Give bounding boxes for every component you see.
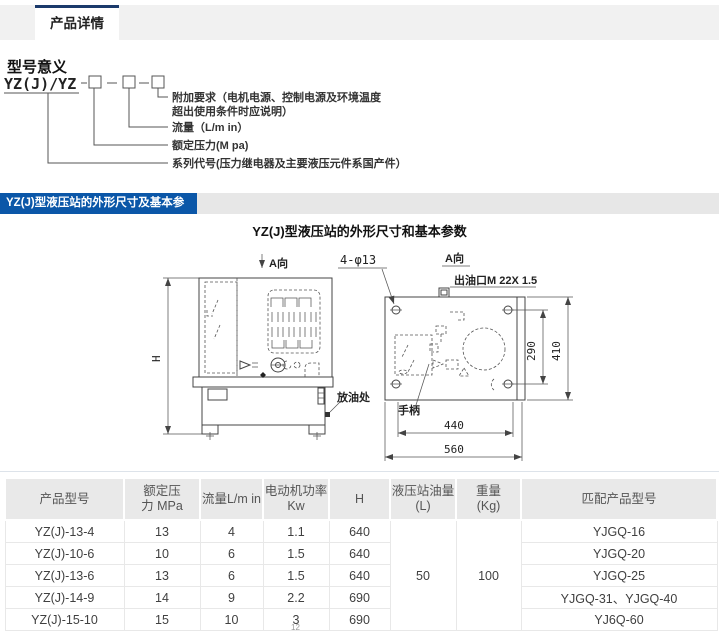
drain-point <box>325 412 330 417</box>
shelf-plate <box>193 377 333 387</box>
view-a-arrow-label: A向 <box>269 256 288 270</box>
section-banner: YZ(J)型液压站的外形尺寸及基本参 <box>0 193 197 214</box>
cell-power: 2.2 <box>263 587 329 609</box>
oil-sight-gauge <box>318 388 324 404</box>
page-number: 12 <box>291 623 300 632</box>
cell-pressure: 10 <box>124 543 200 565</box>
cell-h: 640 <box>329 565 390 587</box>
cell-power: 1.5 <box>263 565 329 587</box>
col-header-weight-line1: 重量 <box>457 484 520 499</box>
cell-model: YZ(J)-10-6 <box>5 543 124 565</box>
dim-h-label: H <box>150 355 163 362</box>
header-row: 产品型号 额定压 力 MPa 流量L/m in 电动机功率 Kw H 液压站油量… <box>5 478 717 520</box>
cell-h: 640 <box>329 520 390 543</box>
spec-table: 产品型号 额定压 力 MPa 流量L/m in 电动机功率 Kw H 液压站油量… <box>4 477 718 631</box>
cell-flow: 4 <box>200 520 263 543</box>
col-header-pressure-line2: 力 MPa <box>125 499 199 514</box>
front-view: A向 H 放油处 <box>150 254 371 440</box>
col-header-pressure: 额定压 力 MPa <box>124 478 200 520</box>
view-a-label: A向 <box>445 251 464 265</box>
cell-oil-merged: 50 <box>390 520 456 631</box>
col-header-power: 电动机功率 Kw <box>263 478 329 520</box>
cell-flow: 6 <box>200 565 263 587</box>
col-header-match: 匹配产品型号 <box>521 478 717 520</box>
table-row: YZ(J)-15-10 15 10 3 690 YJ6Q-60 <box>5 609 717 631</box>
cell-flow: 6 <box>200 543 263 565</box>
table-row: YZ(J)-10-6 10 6 1.5 640 YJGQ-20 <box>5 543 717 565</box>
cell-pressure: 13 <box>124 565 200 587</box>
label-series: 系列代号(压力继电器及主要液压元件系国产件） <box>172 156 407 170</box>
col-header-pressure-line1: 额定压 <box>125 484 199 499</box>
col-header-weight-line2: (Kg) <box>457 499 520 514</box>
model-code-text: YZ(J)/YZ <box>4 75 76 93</box>
model-box-additional <box>152 76 164 88</box>
dim-290: 290 <box>525 341 538 361</box>
col-header-weight: 重量 (Kg) <box>456 478 521 520</box>
cell-model: YZ(J)-15-10 <box>5 609 124 631</box>
cell-pressure: 13 <box>124 520 200 543</box>
label-additional-line1: 附加要求（电机电源、控制电源及环境温度 <box>172 90 382 104</box>
col-header-oil-line1: 液压站油量 <box>391 484 455 499</box>
cell-match: YJGQ-20 <box>521 543 717 565</box>
cell-h: 690 <box>329 609 390 631</box>
label-additional-line2: 超出使用条件时应说明） <box>171 104 293 118</box>
section-banner-row: YZ(J)型液压站的外形尺寸及基本参 <box>0 193 719 214</box>
cell-match: YJGQ-31、YJGQ-40 <box>521 587 717 609</box>
handle-label: 手柄 <box>398 403 420 417</box>
cell-model: YZ(J)-13-6 <box>5 565 124 587</box>
cell-pressure: 14 <box>124 587 200 609</box>
col-header-oil-line2: (L) <box>391 499 455 514</box>
table-row: YZ(J)-13-4 13 4 1.1 640 50 100 YJGQ-16 <box>5 520 717 543</box>
col-header-power-line1: 电动机功率 <box>264 484 328 499</box>
table-row: YZ(J)-14-9 14 9 2.2 690 YJGQ-31、YJGQ-40 <box>5 587 717 609</box>
technical-drawing: A向 H 放油处 <box>130 240 675 475</box>
tab-product-details[interactable]: 产品详情 <box>35 5 119 40</box>
cell-h: 690 <box>329 587 390 609</box>
table-row: YZ(J)-13-6 13 6 1.5 640 YJGQ-25 <box>5 565 717 587</box>
top-view: 4-φ13 A向 出油口M 22X 1.5 手柄 <box>338 251 573 461</box>
cabinet-outline <box>202 387 325 425</box>
label-pressure: 额定压力(M pa) <box>172 138 249 152</box>
model-box-flow <box>123 76 135 88</box>
label-flow: 流量（L/m in） <box>172 120 248 134</box>
col-header-power-line2: Kw <box>264 499 328 514</box>
cell-match: YJGQ-25 <box>521 565 717 587</box>
cell-power: 1.1 <box>263 520 329 543</box>
col-header-h: H <box>329 478 390 520</box>
drawing-title: YZ(J)型液压站的外形尺寸和基本参数 <box>0 221 719 240</box>
cell-h: 640 <box>329 543 390 565</box>
col-header-flow: 流量L/m in <box>200 478 263 520</box>
model-code-diagram: YZ(J)/YZ 附加要求（电机电源、控制电源及环境温度 超出使用条件时应说明）… <box>0 70 430 188</box>
cell-model: YZ(J)-14-9 <box>5 587 124 609</box>
cell-flow: 10 <box>200 609 263 631</box>
col-header-oil: 液压站油量 (L) <box>390 478 456 520</box>
spec-table-wrap: 产品型号 额定压 力 MPa 流量L/m in 电动机功率 Kw H 液压站油量… <box>4 477 718 631</box>
cell-weight-merged: 100 <box>456 520 521 631</box>
tab-bar: 产品详情 <box>0 5 719 40</box>
col-header-model: 产品型号 <box>5 478 124 520</box>
table-top-rule <box>0 471 719 472</box>
motor-top-dashed <box>463 328 505 370</box>
dim-410: 410 <box>550 341 563 361</box>
holes-label: 4-φ13 <box>340 253 376 267</box>
name-plate <box>208 389 227 400</box>
outlet-label: 出油口M 22X 1.5 <box>454 273 537 287</box>
dim-560: 560 <box>444 443 464 456</box>
dim-440: 440 <box>444 419 464 432</box>
cell-match: YJGQ-16 <box>521 520 717 543</box>
cell-model: YZ(J)-13-4 <box>5 520 124 543</box>
model-box-pressure <box>89 76 101 88</box>
drain-label: 放油处 <box>336 390 371 404</box>
cell-flow: 9 <box>200 587 263 609</box>
cell-match: YJ6Q-60 <box>521 609 717 631</box>
cell-pressure: 15 <box>124 609 200 631</box>
cell-power: 1.5 <box>263 543 329 565</box>
level-gauge-dashed <box>205 282 237 373</box>
